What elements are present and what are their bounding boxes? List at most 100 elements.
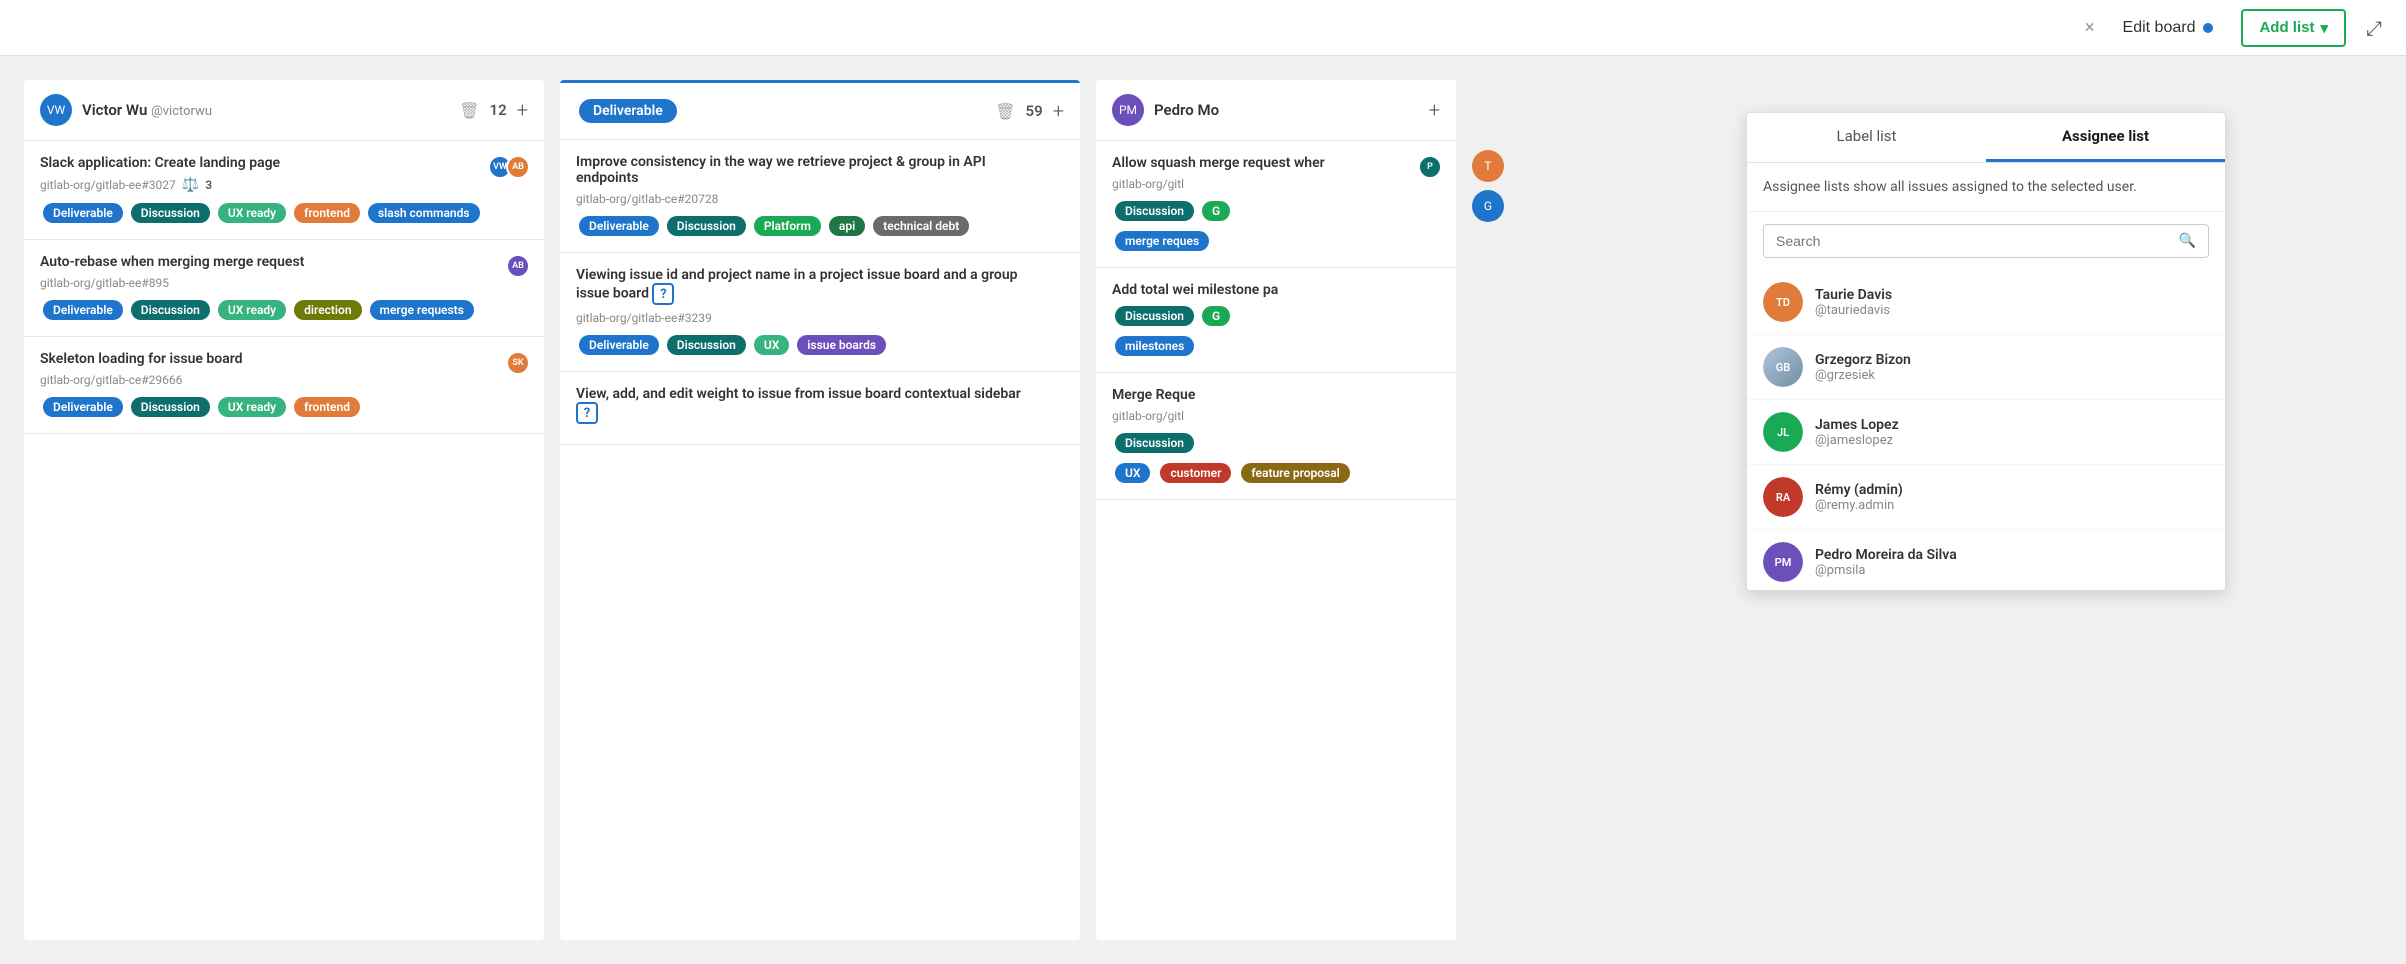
delete-column-2-icon[interactable]: 🗑 — [995, 102, 1015, 121]
label-discussion[interactable]: Discussion — [131, 300, 210, 320]
close-icon[interactable]: × — [2085, 17, 2095, 38]
card-ref: gitlab-org/gitl — [1112, 177, 1440, 191]
add-list-button[interactable]: Add list ▾ — [2241, 9, 2346, 47]
label-discussion[interactable]: Discussion — [1115, 201, 1194, 221]
right-avatars-strip: T G — [1472, 80, 1504, 940]
label-direction[interactable]: direction — [294, 300, 361, 320]
user-handle: @pmsila — [1815, 563, 1957, 578]
user-name: Rémy (admin) — [1815, 482, 1903, 498]
user-info: Taurie Davis @tauriedavis — [1815, 287, 1892, 318]
card-skeleton-loading: Skeleton loading for issue board gitlab-… — [24, 337, 544, 434]
label-ux-ready[interactable]: UX ready — [218, 397, 286, 417]
avatar-circle: PM — [1763, 542, 1803, 582]
label-technical-debt[interactable]: technical debt — [873, 216, 969, 236]
label-discussion[interactable]: Discussion — [131, 397, 210, 417]
card-ref: gitlab-org/gitlab-ce#29666 — [40, 373, 528, 387]
card-title: Slack application: Create landing page — [40, 155, 528, 171]
label-discussion[interactable]: Discussion — [667, 216, 746, 236]
card-labels: Discussion — [1112, 431, 1440, 455]
avatar-circle: RA — [1763, 477, 1803, 517]
search-box[interactable]: 🔍 — [1763, 224, 2209, 258]
label-api[interactable]: api — [829, 216, 865, 236]
user-name: Taurie Davis — [1815, 287, 1892, 303]
edit-board-label: Edit board — [2123, 19, 2196, 37]
user-info: Rémy (admin) @remy.admin — [1815, 482, 1903, 513]
label-milestones[interactable]: milestones — [1115, 336, 1194, 356]
label-frontend[interactable]: frontend — [294, 203, 360, 223]
balance-icon: ⚖️ — [182, 177, 199, 193]
search-icon: 🔍 — [2179, 233, 2196, 249]
card-ref: gitlab-org/gitl — [1112, 409, 1440, 423]
card-add-total-weight: Add total wei milestone pa Discussion G … — [1096, 268, 1456, 373]
label-ux[interactable]: UX — [1115, 463, 1150, 483]
card-ref: gitlab-org/gitlab-ee#895 — [40, 276, 528, 290]
user-item-grzegorz[interactable]: GB Grzegorz Bizon @grzesiek — [1747, 335, 2225, 400]
card-labels: Deliverable Discussion UX ready frontend — [40, 395, 528, 419]
user-name: Pedro Moreira da Silva — [1815, 547, 1957, 563]
card-labels: Discussion G — [1112, 199, 1440, 223]
label-deliverable[interactable]: Deliverable — [43, 203, 123, 223]
label-ux-ready[interactable]: UX ready — [218, 203, 286, 223]
card-title: Skeleton loading for issue board — [40, 351, 528, 367]
avatar-circle: JL — [1763, 412, 1803, 452]
card-avatars: VW AB — [488, 155, 530, 179]
label-deliverable[interactable]: Deliverable — [43, 300, 123, 320]
label-ux[interactable]: UX — [754, 335, 789, 355]
tab-assignee-list[interactable]: Assignee list — [1986, 113, 2225, 162]
card-labels: Discussion G — [1112, 304, 1440, 328]
column-2-count: 59 — [1026, 102, 1043, 120]
label-customer[interactable]: customer — [1160, 463, 1231, 483]
label-frontend[interactable]: frontend — [294, 397, 360, 417]
add-card-3-icon[interactable]: + — [1429, 98, 1440, 122]
column-victor-wu: VW Victor Wu @victorwu 🗑 12 + Slack appl… — [24, 80, 544, 940]
user-avatar: PM — [1763, 542, 1803, 582]
label-feature-proposal[interactable]: feature proposal — [1241, 463, 1349, 483]
card-merge-request: Merge Reque gitlab-org/gitl Discussion U… — [1096, 373, 1456, 500]
user-avatar: JL — [1763, 412, 1803, 452]
label-deliverable[interactable]: Deliverable — [579, 335, 659, 355]
card-auto-rebase: Auto-rebase when merging merge request g… — [24, 240, 544, 337]
user-item-pedro[interactable]: PM Pedro Moreira da Silva @pmsila — [1747, 530, 2225, 590]
card-title: Add total wei milestone pa — [1112, 282, 1440, 298]
card-avatars: P — [1418, 155, 1442, 179]
card-ref: gitlab-org/gitlab-ce#20728 — [576, 192, 1064, 206]
label-discussion[interactable]: Discussion — [1115, 306, 1194, 326]
label-platform[interactable]: Platform — [754, 216, 821, 236]
label-merge-requests[interactable]: merge requests — [370, 300, 474, 320]
user-item-remy[interactable]: RA Rémy (admin) @remy.admin — [1747, 465, 2225, 530]
label-deliverable[interactable]: Deliverable — [43, 397, 123, 417]
user-avatar: TD — [1763, 282, 1803, 322]
label-merge-reques[interactable]: merge reques — [1115, 231, 1209, 251]
label-discussion[interactable]: Discussion — [667, 335, 746, 355]
card-viewing-issue-id: Viewing issue id and project name in a p… — [560, 253, 1080, 372]
add-card-1-icon[interactable]: + — [517, 98, 528, 122]
card-avatars: AB — [506, 254, 530, 278]
fullscreen-icon[interactable]: ⤢ — [2366, 16, 2382, 40]
label-extra[interactable]: G — [1202, 306, 1230, 326]
card-title: Improve consistency in the way we retrie… — [576, 154, 1064, 186]
card-title: Auto-rebase when merging merge request — [40, 254, 528, 270]
label-ux-ready[interactable]: UX ready — [218, 300, 286, 320]
column-pedro-mo: PM Pedro Mo + Allow squash merge request… — [1096, 80, 1456, 940]
search-input[interactable] — [1776, 233, 2171, 249]
label-issue-boards[interactable]: issue boards — [797, 335, 886, 355]
user-avatar: GB — [1763, 347, 1803, 387]
card-improve-consistency: Improve consistency in the way we retrie… — [560, 140, 1080, 253]
tab-label-list[interactable]: Label list — [1747, 113, 1986, 162]
card-labels: Deliverable Discussion UX issue boards — [576, 333, 1064, 357]
user-avatar: RA — [1763, 477, 1803, 517]
add-card-2-icon[interactable]: + — [1053, 99, 1064, 123]
edit-board-button[interactable]: Edit board — [2107, 11, 2230, 45]
avatar: SK — [506, 351, 530, 375]
label-discussion[interactable]: Discussion — [1115, 433, 1194, 453]
label-extra[interactable]: G — [1202, 201, 1230, 221]
user-item-taurie[interactable]: TD Taurie Davis @tauriedavis — [1747, 270, 2225, 335]
label-discussion[interactable]: Discussion — [131, 203, 210, 223]
card-ref: gitlab-org/gitlab-ee#3027 ⚖️ 3 — [40, 177, 528, 193]
card-title: Allow squash merge request wher — [1112, 155, 1440, 171]
card-title: Viewing issue id and project name in a p… — [576, 267, 1064, 305]
delete-column-1-icon[interactable]: 🗑 — [459, 101, 479, 120]
label-deliverable[interactable]: Deliverable — [579, 216, 659, 236]
label-slash-commands[interactable]: slash commands — [368, 203, 480, 223]
user-item-james[interactable]: JL James Lopez @jameslopez — [1747, 400, 2225, 465]
